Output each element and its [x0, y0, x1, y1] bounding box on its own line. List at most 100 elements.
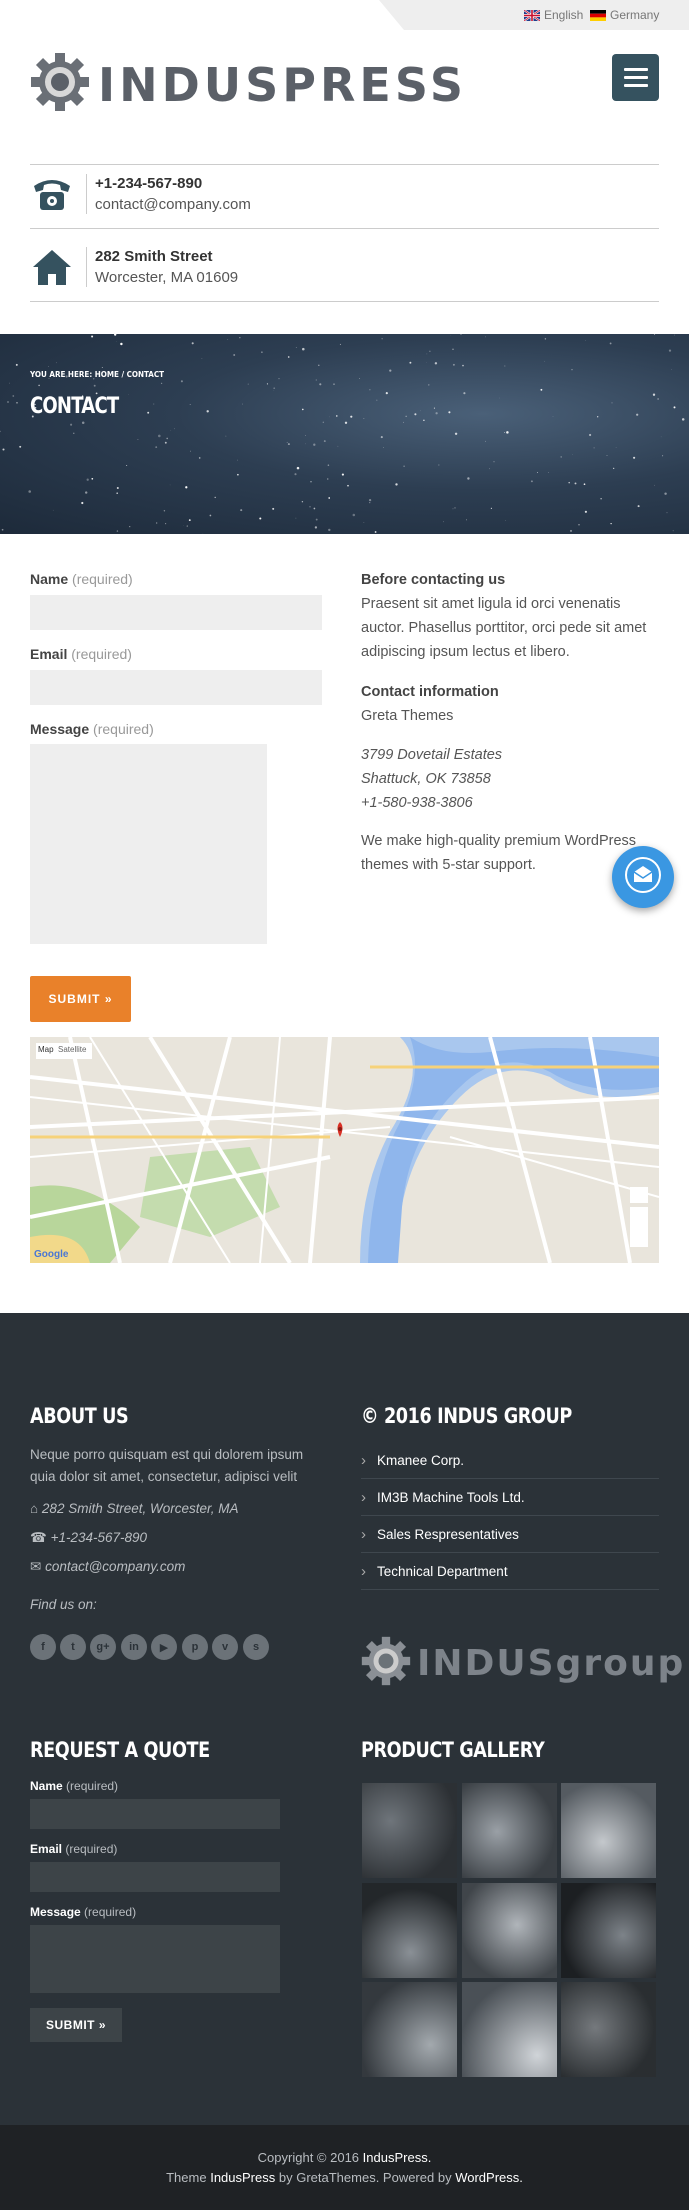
footer-phone: ☎ +1-234-567-890 — [30, 1530, 148, 1545]
map-graphic — [30, 1037, 659, 1263]
quote-submit-button[interactable]: SUBMIT » — [30, 2008, 122, 2042]
envelope-icon — [625, 856, 661, 898]
envelope-icon: ✉ — [30, 1559, 42, 1574]
quote-email-label: Email (required) — [30, 1842, 118, 1856]
site-logo[interactable]: INDUSPRESS — [30, 52, 467, 117]
message-label: Message (required) — [30, 721, 154, 737]
language-germany-label: Germany — [610, 8, 660, 22]
header-phone[interactable]: +1-234-567-890 — [95, 173, 251, 194]
copyright-line: Copyright © 2016 IndusPress. — [257, 2150, 432, 2165]
header-phone-block: +1-234-567-890 contact@company.com — [30, 172, 251, 216]
google-map[interactable]: Map Satellite Google — [30, 1037, 659, 1263]
gallery-image[interactable] — [561, 1883, 656, 1978]
facebook-icon[interactable]: f — [30, 1634, 56, 1660]
footer-link-im3b[interactable]: IM3B Machine Tools Ltd. — [361, 1479, 659, 1516]
before-contacting-text: Praesent sit amet ligula id orci venenat… — [361, 596, 647, 660]
map-tab-map[interactable]: Map — [38, 1045, 54, 1054]
company-name: Greta Themes — [361, 708, 454, 724]
group-logo-text: INDUSgroup — [417, 1643, 686, 1684]
bottom-bar — [0, 2125, 689, 2210]
message-textarea[interactable] — [30, 744, 267, 944]
gallery-image[interactable] — [462, 1783, 557, 1878]
quote-message-field[interactable] — [30, 1925, 280, 1993]
starfield-background — [0, 334, 685, 534]
gallery-image[interactable] — [362, 1982, 457, 2077]
footer-link-kmanee[interactable]: Kmanee Corp. — [361, 1442, 659, 1479]
site-link[interactable]: IndusPress. — [363, 2150, 432, 2165]
address-phone: +1-580-938-3806 — [361, 795, 473, 811]
gear-icon — [361, 1636, 411, 1691]
google-plus-icon[interactable]: g+ — [90, 1634, 116, 1660]
page-title: CONTACT — [30, 394, 119, 419]
quote-name-label: Name (required) — [30, 1779, 119, 1793]
divider — [30, 164, 659, 165]
quote-email-field[interactable] — [30, 1862, 280, 1892]
gear-icon — [30, 52, 90, 117]
chat-button[interactable] — [612, 846, 674, 908]
hamburger-line — [623, 68, 648, 71]
phone-icon — [30, 172, 74, 216]
gallery-image[interactable] — [362, 1783, 457, 1878]
skype-icon[interactable]: s — [243, 1634, 269, 1660]
gallery-image[interactable] — [462, 1982, 557, 2077]
theme-credit-line: Theme IndusPress by GretaThemes. Powered… — [166, 2170, 523, 2185]
gallery-image[interactable] — [462, 1883, 557, 1978]
map-tab-satellite[interactable]: Satellite — [58, 1045, 86, 1054]
header-email[interactable]: contact@company.com — [95, 194, 251, 215]
linkedin-icon[interactable]: in — [121, 1634, 147, 1660]
name-label: Name (required) — [30, 571, 133, 587]
footer-email[interactable]: ✉ contact@company.com — [30, 1556, 185, 1578]
google-logo: Google — [34, 1249, 69, 1260]
gallery-image[interactable] — [561, 1783, 656, 1878]
page-hero — [0, 334, 689, 534]
footer-link-sales[interactable]: Sales Respresentatives — [361, 1516, 659, 1553]
group-heading: © 2016 INDUS GROUP — [361, 1404, 572, 1428]
hamburger-line — [623, 76, 648, 79]
theme-link[interactable]: IndusPress — [210, 2170, 275, 2185]
quote-message-label: Message (required) — [30, 1905, 137, 1919]
language-english-label: English — [544, 8, 584, 22]
header-city: Worcester, MA 01609 — [95, 269, 239, 286]
divider — [86, 247, 87, 287]
header-street: 282 Smith Street — [95, 248, 213, 265]
quote-heading: REQUEST A QUOTE — [30, 1738, 210, 1762]
logo-text: INDUSPRESS — [98, 57, 468, 112]
divider — [30, 228, 659, 229]
youtube-icon[interactable]: ▶ — [151, 1634, 177, 1660]
divider — [30, 301, 659, 302]
find-us-label: Find us on: — [30, 1597, 97, 1612]
vimeo-icon[interactable]: v — [212, 1634, 238, 1660]
uk-flag-icon — [523, 8, 541, 22]
address-line-1: 3799 Dovetail Estates — [361, 747, 503, 763]
language-germany[interactable]: Germany — [590, 8, 659, 22]
gallery-heading: PRODUCT GALLERY — [361, 1738, 545, 1762]
gallery-image[interactable] — [362, 1883, 457, 1978]
divider — [86, 174, 87, 214]
home-icon: ⌂ — [30, 1501, 39, 1516]
group-logo: INDUSgroup — [361, 1636, 685, 1691]
phone-icon: ☎ — [30, 1530, 47, 1545]
footer-link-technical[interactable]: Technical Department — [361, 1553, 659, 1590]
menu-button[interactable] — [612, 54, 659, 101]
twitter-icon[interactable]: t — [60, 1634, 86, 1660]
about-heading: ABOUT US — [30, 1404, 129, 1428]
before-contacting-heading: Before contacting us — [361, 572, 506, 588]
breadcrumb[interactable]: YOU ARE HERE: HOME / CONTACT — [30, 370, 164, 379]
header-address-block: 282 Smith Street Worcester, MA 01609 — [30, 245, 238, 289]
about-text: Neque porro quisquam est qui dolorem ips… — [30, 1447, 304, 1484]
quote-name-field[interactable] — [30, 1799, 280, 1829]
home-icon — [30, 245, 74, 289]
wordpress-link[interactable]: WordPress. — [455, 2170, 523, 2185]
germany-flag-icon — [590, 9, 606, 21]
footer-address: ⌂ 282 Smith Street, Worcester, MA — [30, 1501, 239, 1516]
pinterest-icon[interactable]: p — [182, 1634, 208, 1660]
submit-button[interactable]: SUBMIT » — [30, 976, 131, 1022]
contact-information-heading: Contact information — [361, 684, 499, 700]
email-label: Email (required) — [30, 646, 132, 662]
name-field[interactable] — [30, 595, 322, 630]
gallery-image[interactable] — [561, 1982, 656, 2077]
address-line-2: Shattuck, OK 73858 — [361, 771, 491, 787]
email-field[interactable] — [30, 670, 322, 705]
language-english[interactable]: English — [523, 8, 584, 22]
hamburger-line — [623, 84, 648, 87]
